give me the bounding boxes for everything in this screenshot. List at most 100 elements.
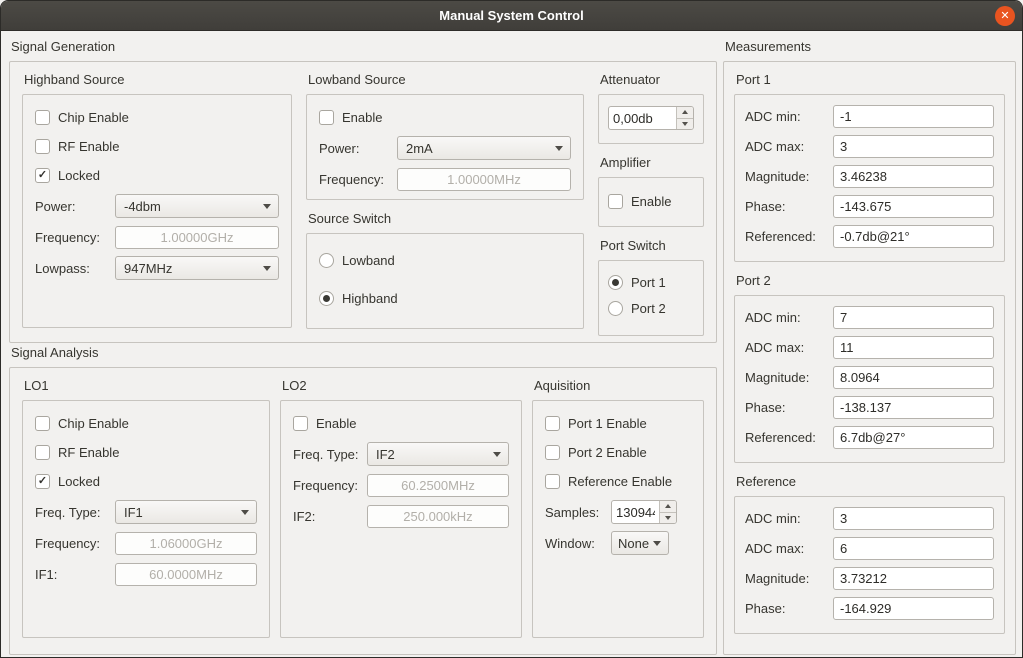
samples-input[interactable] (612, 501, 659, 523)
field-label-frequency: Frequency: (35, 230, 115, 245)
radio-port-1[interactable]: Port 1 (608, 272, 694, 292)
arrow-down-icon (682, 122, 688, 126)
group-title-port2: Port 2 (736, 273, 1005, 291)
radio-dot-icon (323, 295, 330, 302)
hb-power-combobox[interactable]: -4dbm (115, 194, 279, 218)
checkbox-label: Chip Enable (58, 110, 129, 125)
radio-source-lowband[interactable]: Lowband (319, 250, 571, 270)
lb-frequency-input (397, 168, 571, 191)
radio-circle[interactable] (608, 275, 623, 290)
close-button[interactable]: ✕ (995, 6, 1015, 26)
field-label-if1: IF1: (35, 567, 115, 582)
window-combobox[interactable]: None (611, 531, 669, 555)
combobox-value: IF2 (376, 447, 395, 462)
checkbox-label: RF Enable (58, 445, 119, 460)
checkbox-port2-enable[interactable]: ✓ Port 2 Enable (545, 442, 691, 462)
checkbox-label: Enable (631, 194, 671, 209)
port1-adc-max-input[interactable] (833, 135, 994, 158)
spin-down-button[interactable] (677, 118, 693, 130)
group-title-signal-analysis: Signal Analysis (11, 345, 717, 363)
port2-adc-max-input[interactable] (833, 336, 994, 359)
port2-phase-input[interactable] (833, 396, 994, 419)
radio-circle[interactable] (608, 301, 623, 316)
titlebar[interactable]: Manual System Control ✕ (1, 1, 1022, 31)
port1-magnitude-input[interactable] (833, 165, 994, 188)
checkbox-hb-chip-enable[interactable]: ✓ Chip Enable (35, 107, 279, 127)
reference-phase-input[interactable] (833, 597, 994, 620)
checkbox-box[interactable]: ✓ (35, 416, 50, 431)
lo1-freq-type-combobox[interactable]: IF1 (115, 500, 257, 524)
checkbox-box[interactable]: ✓ (545, 445, 560, 460)
checkbox-label: Port 1 Enable (568, 416, 647, 431)
radio-label: Lowband (342, 253, 395, 268)
reference-magnitude-input[interactable] (833, 567, 994, 590)
lowband-source-panel: ✓ Enable Power: 2mA Frequency: (306, 94, 584, 200)
checkbox-reference-enable[interactable]: ✓ Reference Enable (545, 471, 691, 491)
hb-lowpass-combobox[interactable]: 947MHz (115, 256, 279, 280)
group-lo1: LO1 ✓ Chip Enable ✓ RF Enable ✓ Locked (22, 378, 270, 644)
checkbox-box[interactable]: ✓ (608, 194, 623, 209)
checkbox-hb-locked[interactable]: ✓ Locked (35, 165, 279, 185)
checkbox-box[interactable]: ✓ (35, 139, 50, 154)
port1-phase-input[interactable] (833, 195, 994, 218)
checkbox-lo2-enable[interactable]: ✓ Enable (293, 413, 509, 433)
column-attenuator: Attenuator Amplifier (598, 72, 704, 332)
spin-down-button[interactable] (660, 512, 676, 524)
combobox-value: -4dbm (124, 199, 161, 214)
checkbox-box[interactable]: ✓ (35, 445, 50, 460)
field-label-frequency: Frequency: (293, 478, 367, 493)
checkbox-amplifier-enable[interactable]: ✓ Enable (608, 191, 694, 211)
port1-referenced-input[interactable] (833, 225, 994, 248)
checkbox-box[interactable]: ✓ (545, 416, 560, 431)
lo1-frequency-input (115, 532, 257, 555)
checkbox-hb-rf-enable[interactable]: ✓ RF Enable (35, 136, 279, 156)
checkbox-lo1-locked[interactable]: ✓ Locked (35, 471, 257, 491)
port1-adc-min-input[interactable] (833, 105, 994, 128)
lo2-freq-type-combobox[interactable]: IF2 (367, 442, 509, 466)
group-aquisition: Aquisition ✓ Port 1 Enable ✓ Port 2 Enab… (532, 378, 704, 644)
field-label-power: Power: (319, 141, 397, 156)
aquisition-panel: ✓ Port 1 Enable ✓ Port 2 Enable ✓ Refere… (532, 400, 704, 638)
attenuator-input[interactable] (609, 107, 676, 129)
reference-adc-min-input[interactable] (833, 507, 994, 530)
port1-panel: ADC min: ADC max: Magnitude: Phase: (734, 94, 1005, 262)
checkbox-box[interactable]: ✓ (35, 168, 50, 183)
port2-adc-min-input[interactable] (833, 306, 994, 329)
spin-up-button[interactable] (660, 501, 676, 512)
radio-port-2[interactable]: Port 2 (608, 298, 694, 318)
field-label-freq-type: Freq. Type: (35, 505, 115, 520)
field-label-phase: Phase: (745, 400, 833, 415)
checkbox-box[interactable]: ✓ (35, 110, 50, 125)
checkbox-label: Locked (58, 168, 100, 183)
attenuator-panel (598, 94, 704, 144)
attenuator-spinbox[interactable] (608, 106, 694, 130)
checkbox-lb-enable[interactable]: ✓ Enable (319, 107, 571, 127)
chevron-down-icon (493, 452, 501, 457)
radio-dot-icon (612, 279, 619, 286)
field-label-window: Window: (545, 536, 611, 551)
checkbox-port1-enable[interactable]: ✓ Port 1 Enable (545, 413, 691, 433)
radio-circle[interactable] (319, 253, 334, 268)
checkbox-box[interactable]: ✓ (319, 110, 334, 125)
spin-up-button[interactable] (677, 107, 693, 118)
amplifier-panel: ✓ Enable (598, 177, 704, 227)
checkbox-box[interactable]: ✓ (293, 416, 308, 431)
port2-referenced-input[interactable] (833, 426, 994, 449)
checkbox-box[interactable]: ✓ (35, 474, 50, 489)
port-switch-panel: Port 1 Port 2 (598, 260, 704, 336)
group-title-signal-generation: Signal Generation (11, 39, 717, 57)
port2-magnitude-input[interactable] (833, 366, 994, 389)
checkbox-lo1-rf-enable[interactable]: ✓ RF Enable (35, 442, 257, 462)
radio-circle[interactable] (319, 291, 334, 306)
lb-power-combobox[interactable]: 2mA (397, 136, 571, 160)
reference-adc-max-input[interactable] (833, 537, 994, 560)
checkbox-label: Enable (316, 416, 356, 431)
signal-analysis-panel: LO1 ✓ Chip Enable ✓ RF Enable ✓ Locked (9, 367, 717, 655)
checkbox-lo1-chip-enable[interactable]: ✓ Chip Enable (35, 413, 257, 433)
samples-spinbox[interactable] (611, 500, 677, 524)
arrow-down-icon (665, 516, 671, 520)
check-icon: ✓ (38, 476, 47, 487)
radio-source-highband[interactable]: Highband (319, 288, 571, 308)
field-label-samples: Samples: (545, 505, 611, 520)
checkbox-box[interactable]: ✓ (545, 474, 560, 489)
